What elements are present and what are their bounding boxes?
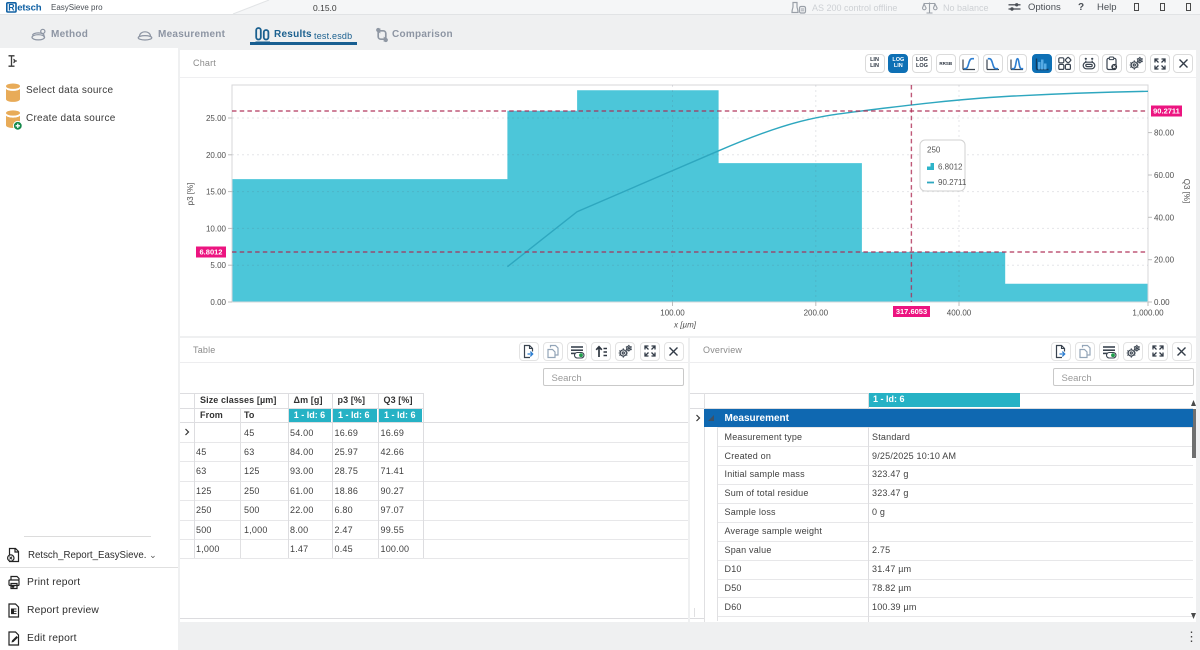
svg-text:10.00: 10.00: [206, 224, 227, 233]
svg-text:80.00: 80.00: [1154, 129, 1175, 138]
svg-text:90.2711: 90.2711: [1153, 107, 1180, 116]
svg-text:200.00: 200.00: [804, 309, 829, 318]
svg-text:6.8012: 6.8012: [938, 163, 963, 172]
svg-text:400.00: 400.00: [947, 309, 972, 318]
svg-text:5.00: 5.00: [210, 261, 226, 270]
svg-text:90.2711: 90.2711: [938, 178, 967, 187]
svg-text:25.00: 25.00: [206, 114, 227, 123]
svg-text:p3 [%]: p3 [%]: [186, 183, 195, 206]
svg-text:317.6053: 317.6053: [896, 307, 927, 316]
svg-text:6.8012: 6.8012: [200, 248, 223, 257]
svg-text:R: R: [8, 2, 15, 12]
svg-text:250: 250: [927, 146, 941, 155]
svg-text:0.00: 0.00: [210, 298, 226, 307]
svg-text:20.00: 20.00: [206, 151, 227, 160]
svg-text:0.00: 0.00: [1154, 298, 1170, 307]
svg-text:etsch: etsch: [17, 2, 41, 12]
svg-text:x [µm]: x [µm]: [673, 321, 697, 330]
svg-text:20.00: 20.00: [1154, 256, 1175, 265]
svg-text:Q3 [%]: Q3 [%]: [1182, 179, 1191, 203]
svg-text:1,000.00: 1,000.00: [1132, 309, 1164, 318]
svg-text:60.00: 60.00: [1154, 171, 1175, 180]
svg-text:40.00: 40.00: [1154, 213, 1175, 222]
svg-text:100.00: 100.00: [660, 309, 685, 318]
svg-text:15.00: 15.00: [206, 188, 227, 197]
